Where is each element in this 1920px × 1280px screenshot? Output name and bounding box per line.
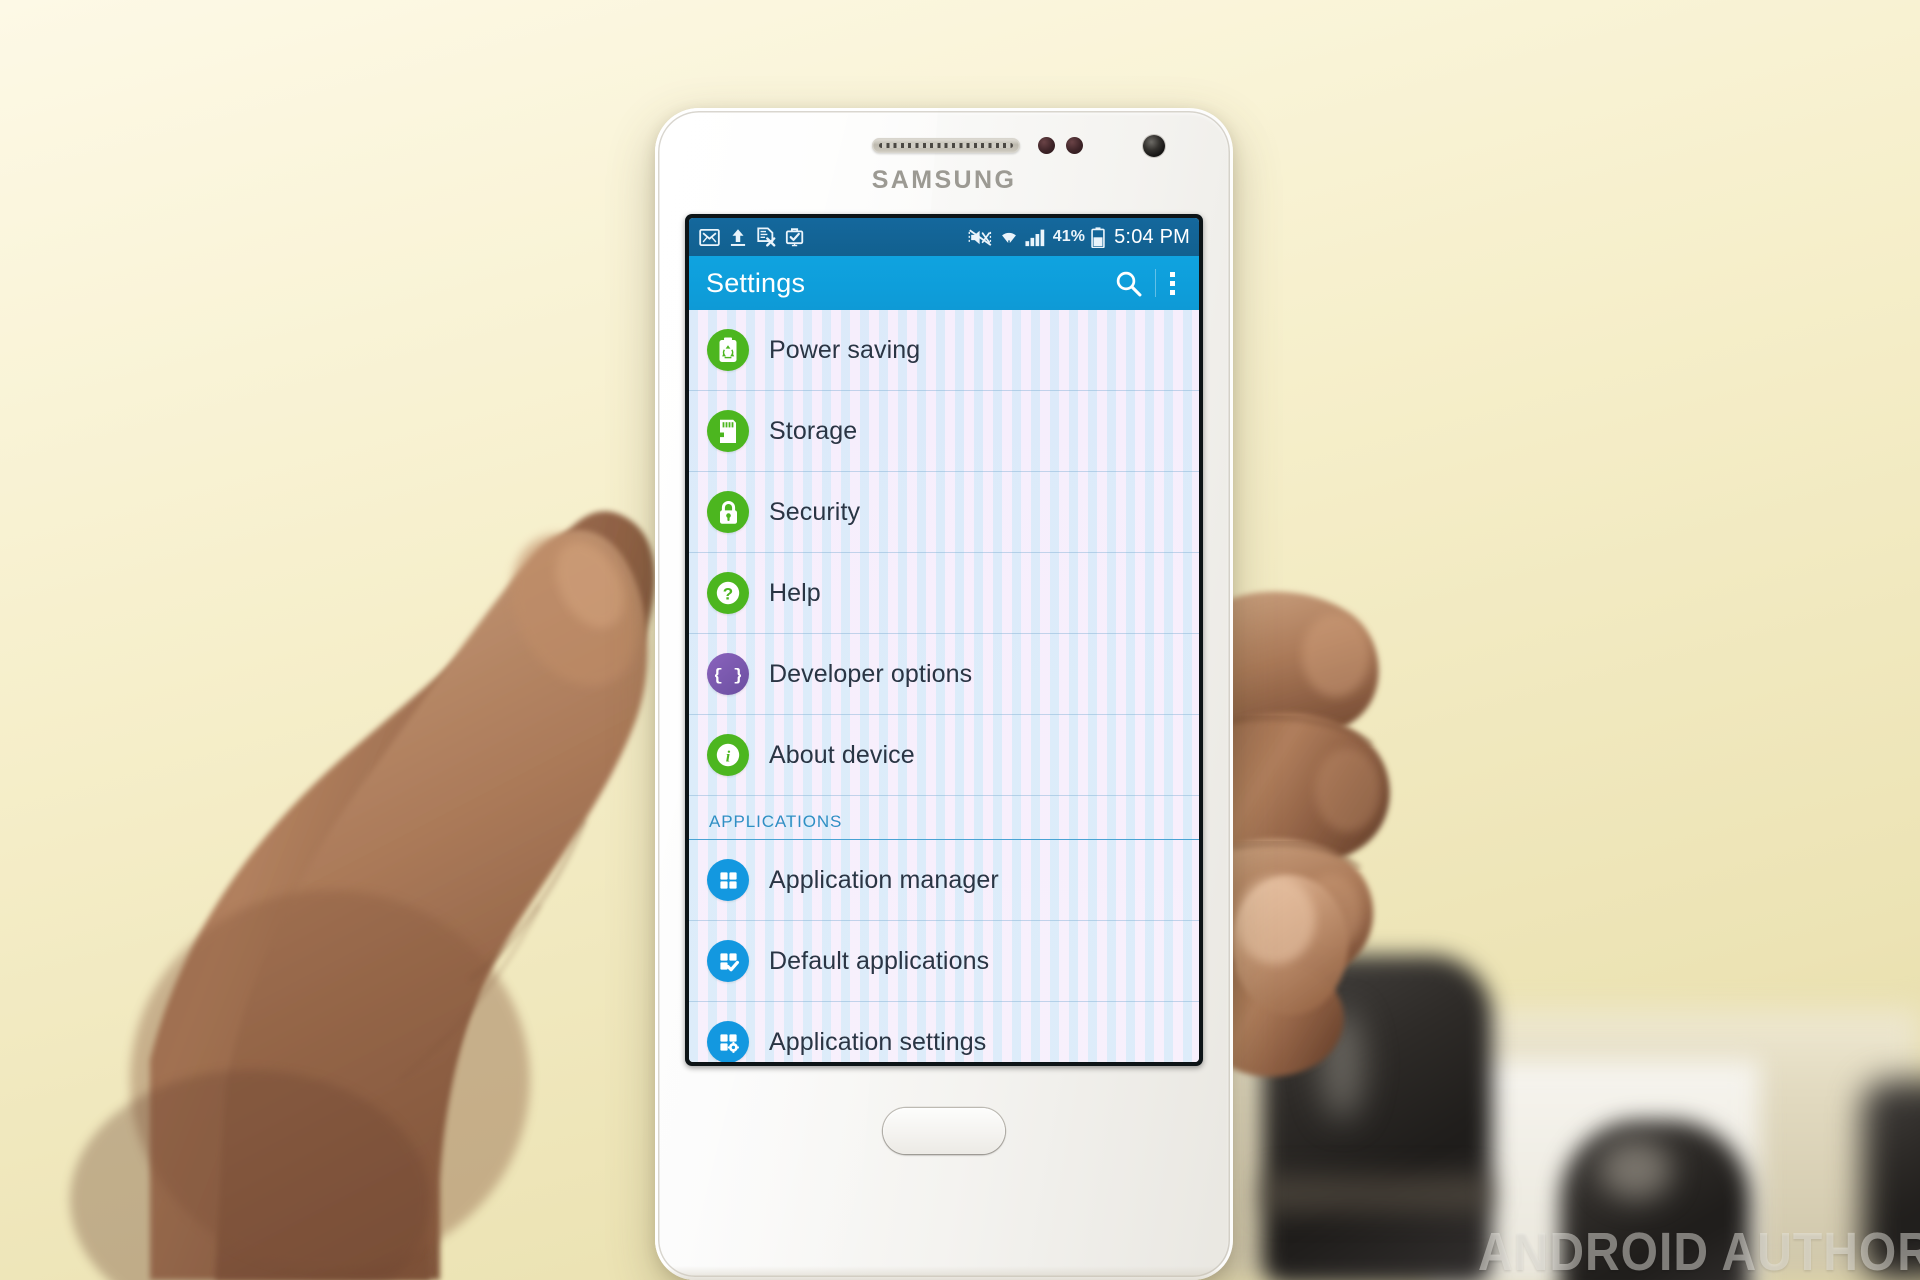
settings-item-label: Application settings [769, 1027, 987, 1056]
earpiece-speaker [872, 138, 1020, 153]
watermark: ANDROID AUTHORITY [1478, 1223, 1920, 1280]
about-device-info-icon: i [707, 734, 749, 776]
light-sensor [1066, 137, 1083, 154]
svg-text:i: i [726, 748, 731, 765]
settings-item-label: Application manager [769, 865, 999, 894]
overflow-menu-icon [1170, 289, 1175, 295]
status-bar-indicators: 41% 5:04 PM [968, 226, 1190, 249]
settings-item-label: About device [769, 740, 915, 769]
front-camera [1143, 135, 1165, 157]
application-manager-icon [707, 859, 749, 901]
vibrate-mute-icon [968, 228, 992, 246]
phone-screen: 41% 5:04 PM Settings Power saving Storag… [689, 218, 1199, 1062]
security-lock-icon [707, 491, 749, 533]
developer-options-icon: { } [707, 653, 749, 695]
settings-item-security[interactable]: Security [689, 472, 1199, 553]
settings-item-about-device[interactable]: i About device [689, 715, 1199, 796]
upload-icon [730, 228, 746, 246]
settings-item-application-settings[interactable]: Application settings [689, 1002, 1199, 1062]
settings-list[interactable]: Power saving Storage Security ? Help Dev… [689, 310, 1199, 1062]
section-header-applications: APPLICATIONS [689, 796, 1199, 840]
settings-item-label: Power saving [769, 335, 921, 364]
search-icon [1116, 271, 1142, 296]
wifi-icon [1001, 232, 1016, 246]
samsung-brand-logo: SAMSUNG [871, 166, 1017, 194]
settings-item-label: Security [769, 497, 861, 526]
phone-bottom-edge [655, 1266, 1233, 1280]
battery-percentage: 41% [1052, 228, 1086, 245]
settings-item-default-applications[interactable]: Default applications [689, 921, 1199, 1002]
power-saving-icon [707, 329, 749, 371]
proximity-sensor [1038, 137, 1055, 154]
settings-item-label: Help [769, 578, 821, 607]
overflow-menu-icon [1170, 271, 1175, 277]
page-title: Settings [706, 267, 806, 298]
overflow-menu-icon [1170, 280, 1175, 286]
settings-item-label: Developer options [769, 659, 973, 688]
settings-item-developer-options[interactable]: { } Developer options [689, 634, 1199, 715]
default-applications-icon [707, 940, 749, 982]
status-bar: 41% 5:04 PM [689, 218, 1199, 256]
svg-text:{ }: { } [715, 667, 741, 686]
settings-item-help[interactable]: ? Help [689, 553, 1199, 634]
battery-icon [1091, 226, 1105, 248]
phone-screen-bezel: 41% 5:04 PM Settings Power saving Storag… [685, 214, 1203, 1066]
application-settings-icon [707, 1021, 749, 1062]
signal-icon [1025, 229, 1045, 246]
action-bar: Settings [689, 256, 1199, 310]
settings-item-label: Default applications [769, 946, 990, 975]
help-question-icon: ? [707, 572, 749, 614]
samsung-phone: SAMSUNG 41% 5:04 PM Settings Power savin… [655, 108, 1233, 1280]
earpiece-grille [879, 143, 1013, 148]
settings-item-storage[interactable]: Storage [689, 391, 1199, 472]
gmail-icon [699, 228, 720, 246]
settings-item-power-saving[interactable]: Power saving [689, 310, 1199, 391]
status-bar-clock: 5:04 PM [1114, 225, 1190, 248]
svg-text:?: ? [723, 585, 733, 604]
overflow-menu-button[interactable] [1156, 271, 1189, 295]
photo-scene: SAMSUNG 41% 5:04 PM Settings Power savin… [0, 0, 1920, 1280]
home-button[interactable] [883, 1108, 1005, 1154]
storage-icon [707, 410, 749, 452]
status-bar-notifications [699, 227, 968, 247]
briefcase-check-icon [785, 228, 804, 247]
search-button[interactable] [1102, 270, 1155, 297]
settings-item-application-manager[interactable]: Application manager [689, 840, 1199, 921]
settings-item-label: Storage [769, 416, 858, 445]
document-error-icon [757, 227, 776, 247]
